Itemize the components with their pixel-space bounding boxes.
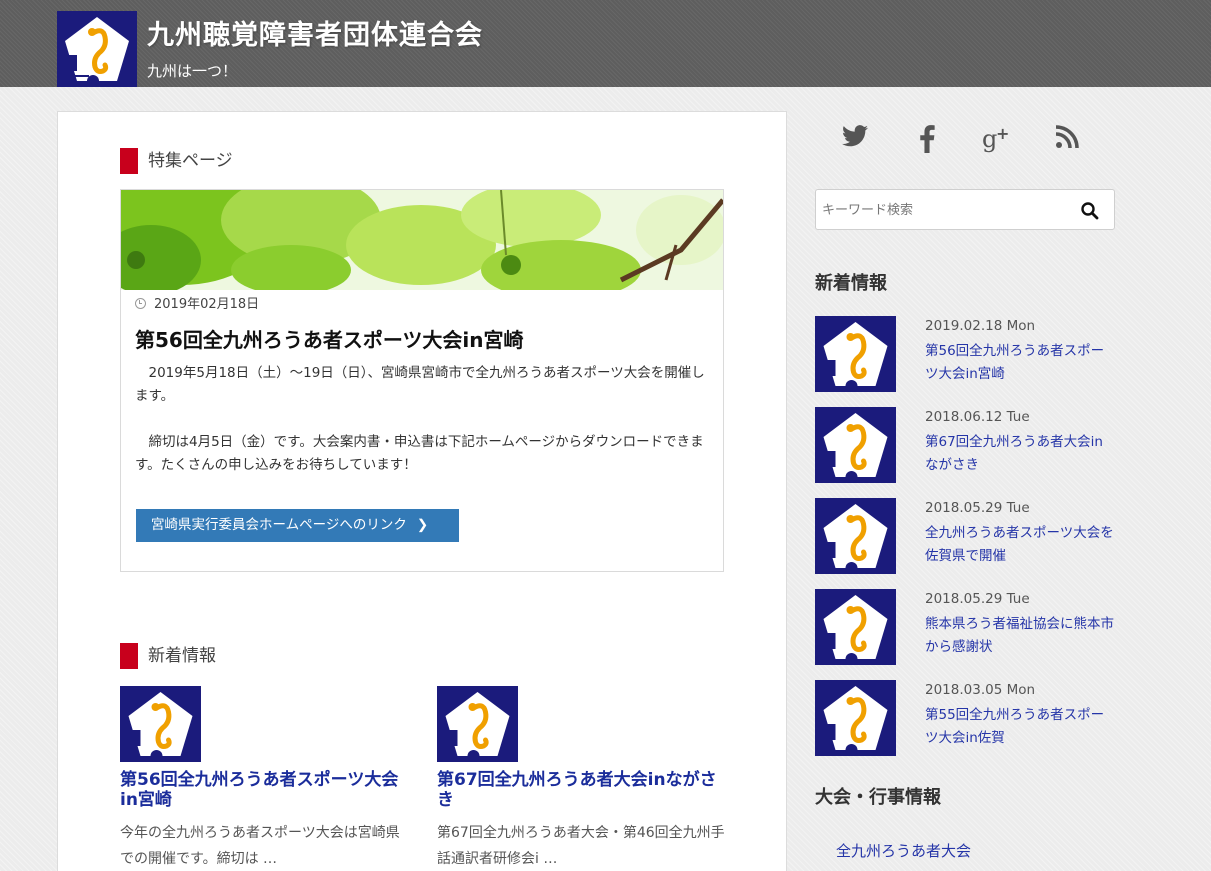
news-date: 2018.05.29 Tue [925, 500, 1030, 516]
sidebar-news-item: 2018.05.29 Tue 全九州ろうあ者スポーツ大会を佐賀県で開催 [815, 498, 1115, 574]
recent-card: 第67回全九州ろうあ者大会inながさき 第67回全九州ろうあ者大会・第46回全九… [437, 686, 727, 871]
recent-title[interactable]: 第56回全九州ろうあ者スポーツ大会in宮崎 [120, 770, 410, 810]
seahorse-logo-icon [57, 11, 137, 87]
recent-excerpt: 第67回全九州ろうあ者大会・第46回全九州手話通訳者研修会i … [437, 825, 725, 867]
news-title-link[interactable]: 第55回全九州ろうあ者スポーツ大会in佐賀 [925, 704, 1115, 750]
news-title-link[interactable]: 第56回全九州ろうあ者スポーツ大会in宮崎 [925, 340, 1115, 386]
recent-thumbnail[interactable] [437, 686, 518, 762]
sidebar-news-item: 2019.02.18 Mon 第56回全九州ろうあ者スポーツ大会in宮崎 [815, 316, 1115, 392]
seahorse-logo-icon [815, 589, 896, 665]
chevron-right-icon: ❯ [416, 517, 429, 533]
event-link[interactable]: 全九州ろうあ者大会 [836, 840, 971, 861]
news-title-link[interactable]: 熊本県ろう者福祉協会に熊本市から感謝状 [925, 613, 1115, 659]
rss-icon[interactable] [1049, 125, 1085, 161]
search-box [815, 189, 1115, 230]
recent-card: 第56回全九州ろうあ者スポーツ大会in宮崎 今年の全九州ろうあ者スポーツ大会は宮… [120, 686, 410, 871]
link-button-label: 宮崎県実行委員会ホームページへのリンク [151, 517, 407, 533]
recent-heading: 新着情報 [120, 643, 216, 669]
leaves-image [121, 190, 723, 290]
site-title[interactable]: 九州聴覚障害者団体連合会 [147, 13, 483, 52]
news-thumbnail[interactable] [815, 498, 896, 574]
featured-heading: 特集ページ [120, 148, 233, 174]
site-header: 九州聴覚障害者団体連合会 九州は一つ！ [0, 0, 1211, 87]
news-thumbnail[interactable] [815, 316, 896, 392]
google-plus-icon[interactable]: g + [979, 125, 1015, 161]
search-icon [1081, 202, 1099, 220]
sidebar-events-heading: 大会・行事情報 [815, 787, 941, 808]
news-date: 2018.05.29 Tue [925, 591, 1030, 607]
sidebar-news-item: 2018.03.05 Mon 第55回全九州ろうあ者スポーツ大会in佐賀 [815, 680, 1115, 756]
sidebar-news-item: 2018.06.12 Tue 第67回全九州ろうあ者大会inながさき [815, 407, 1115, 483]
news-thumbnail[interactable] [815, 680, 896, 756]
social-links: g + [837, 125, 1097, 161]
post-paragraph: 締切は4月5日（金）です。大会案内書・申込書は下記ホームページからダウンロードで… [135, 434, 704, 473]
clock-icon [135, 298, 146, 309]
site-logo[interactable] [57, 11, 137, 87]
post-date: 2019年02月18日 [135, 293, 259, 312]
recent-thumbnail[interactable] [120, 686, 201, 762]
post-body: 2019年5月18日（土）～19日（日）、宮崎県宮崎市で全九州ろうあ者スポーツ大… [135, 362, 711, 500]
main-content: 特集ページ 2019年02月18日 第56回全九州ろうあ者スポーツ大会in宮崎 … [57, 111, 787, 871]
sidebar-news-heading: 新着情報 [815, 273, 887, 294]
post-date-text: 2019年02月18日 [154, 297, 260, 312]
svg-text:+: + [996, 125, 1009, 143]
search-input[interactable] [822, 199, 1062, 221]
featured-card: 2019年02月18日 第56回全九州ろうあ者スポーツ大会in宮崎 2019年5… [120, 189, 724, 572]
twitter-icon[interactable] [837, 125, 873, 161]
news-title-link[interactable]: 第67回全九州ろうあ者大会inながさき [925, 431, 1115, 477]
site-description: 九州は一つ！ [147, 62, 238, 80]
news-thumbnail[interactable] [815, 589, 896, 665]
miyazaki-committee-link-button[interactable]: 宮崎県実行委員会ホームページへのリンク ❯ [136, 509, 459, 542]
recent-excerpt: 今年の全九州ろうあ者スポーツ大会は宮崎県での開催です。締切は … [120, 825, 400, 867]
news-date: 2019.02.18 Mon [925, 318, 1036, 334]
news-title-link[interactable]: 全九州ろうあ者スポーツ大会を佐賀県で開催 [925, 522, 1115, 568]
news-date: 2018.06.12 Tue [925, 409, 1030, 425]
post-title[interactable]: 第56回全九州ろうあ者スポーツ大会in宮崎 [135, 324, 524, 353]
post-paragraph: 2019年5月18日（土）～19日（日）、宮崎県宮崎市で全九州ろうあ者スポーツ大… [135, 365, 705, 404]
seahorse-logo-icon [815, 498, 896, 574]
news-thumbnail[interactable] [815, 407, 896, 483]
seahorse-logo-icon [815, 407, 896, 483]
seahorse-logo-icon [437, 686, 518, 762]
seahorse-logo-icon [815, 680, 896, 756]
recent-title[interactable]: 第67回全九州ろうあ者大会inながさき [437, 770, 727, 810]
seahorse-logo-icon [815, 316, 896, 392]
featured-image[interactable] [121, 190, 723, 290]
seahorse-logo-icon [120, 686, 201, 762]
news-date: 2018.03.05 Mon [925, 682, 1036, 698]
facebook-icon[interactable] [909, 125, 945, 161]
sidebar-news-item: 2018.05.29 Tue 熊本県ろう者福祉協会に熊本市から感謝状 [815, 589, 1115, 665]
search-button[interactable] [1080, 201, 1100, 221]
